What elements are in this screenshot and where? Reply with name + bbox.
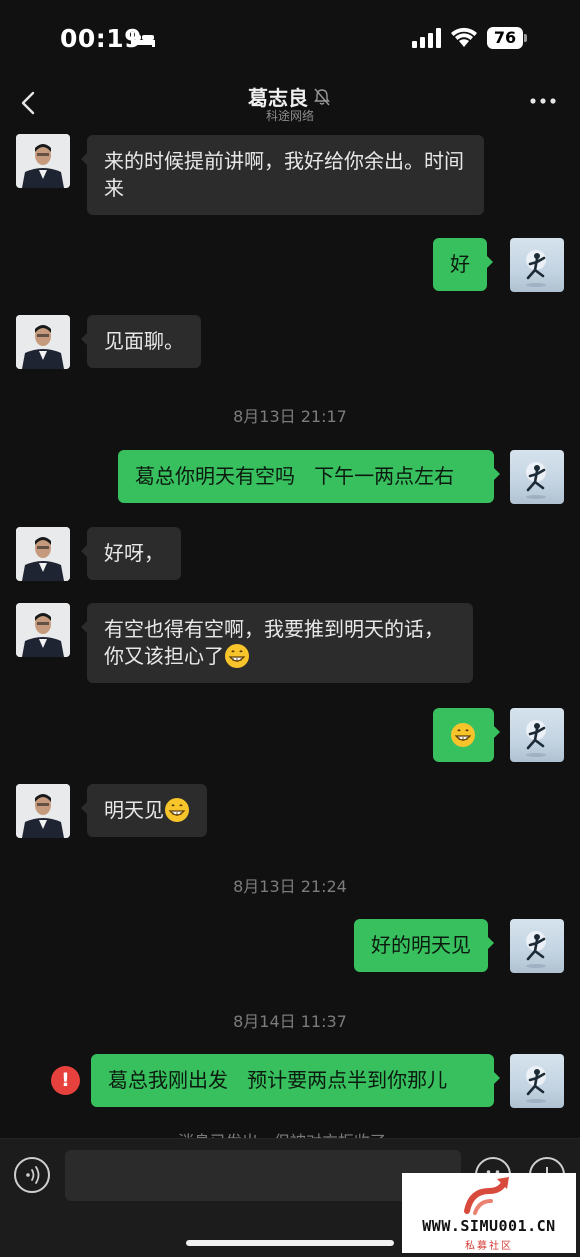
- message-text: 葛总你明天有空吗 下午一两点左右: [135, 464, 455, 488]
- message-text: 来的时候提前讲啊，我好给你余出。时间来: [104, 149, 464, 200]
- chat-subtitle: 科途网络: [265, 109, 314, 123]
- message-text: 葛总我刚出发 预计要两点半到你那儿: [108, 1068, 448, 1092]
- message-timestamp: 8月13日 21:24: [233, 877, 347, 896]
- message-text: 见面聊。: [104, 329, 184, 353]
- message-list[interactable]: 来的时候提前讲啊，我好给你余出。时间来 好 见面聊。 8月13日 21:17 葛…: [0, 130, 580, 1138]
- message-bubble-sent[interactable]: 好: [433, 238, 493, 291]
- grinning-emoji-icon: [225, 644, 249, 668]
- signal-icon: [412, 28, 441, 48]
- message-bubble-sent[interactable]: [433, 708, 500, 762]
- message-text: 好: [450, 252, 470, 276]
- contact-avatar[interactable]: [16, 603, 70, 657]
- grinning-emoji-icon: [165, 798, 189, 822]
- mute-bell-icon: [314, 88, 330, 105]
- voice-icon: [26, 1166, 40, 1184]
- my-avatar[interactable]: [510, 919, 564, 973]
- watermark-subtitle: 私募社区: [465, 1241, 513, 1252]
- status-bar: 00:19 76: [0, 0, 580, 78]
- rejected-status-note: 消息已发出，但被对方拒收了。: [0, 1128, 580, 1138]
- wifi-icon: [451, 27, 477, 47]
- watermark-logo-icon: [464, 1177, 509, 1215]
- message-bubble-sent[interactable]: 葛总我刚出发 预计要两点半到你那儿: [91, 1054, 500, 1107]
- my-avatar[interactable]: [510, 1054, 564, 1108]
- message-text: 好的明天见: [371, 933, 471, 957]
- contact-avatar[interactable]: [16, 527, 70, 581]
- message-bubble-received[interactable]: 有空也得有空啊，我要推到明天的话，你又该担心了: [81, 603, 473, 683]
- battery-icon: 76: [487, 27, 527, 49]
- message-bubble-sent[interactable]: 好的明天见: [354, 919, 494, 972]
- battery-level: 76: [487, 27, 523, 49]
- home-indicator[interactable]: [186, 1240, 394, 1246]
- contact-avatar[interactable]: [16, 315, 70, 369]
- message-text: 有空也得有空啊，我要推到明天的话，你又该担心了: [104, 617, 444, 668]
- send-failed-icon[interactable]: !: [51, 1066, 80, 1095]
- message-text: 明天见: [104, 798, 164, 822]
- message-timestamp: 8月14日 11:37: [233, 1012, 347, 1031]
- more-dots-icon[interactable]: [529, 96, 557, 106]
- message-bubble-received[interactable]: 好呀，: [81, 527, 181, 580]
- my-avatar[interactable]: [510, 450, 564, 504]
- contact-avatar[interactable]: [16, 784, 70, 838]
- message-text: 好呀，: [104, 541, 164, 565]
- watermark: WWW.SIMU001.CN 私募社区: [402, 1173, 576, 1253]
- message-bubble-received[interactable]: 明天见: [81, 784, 207, 837]
- watermark-text: WWW.SIMU001.CN: [422, 1217, 556, 1235]
- grinning-emoji-icon: [451, 723, 475, 747]
- chat-header: 葛志良 科途网络: [0, 78, 580, 130]
- sleep-bed-icon: [131, 32, 155, 47]
- message-bubble-received[interactable]: 来的时候提前讲啊，我好给你余出。时间来: [81, 135, 484, 215]
- my-avatar[interactable]: [510, 708, 564, 762]
- message-bubble-sent[interactable]: 葛总你明天有空吗 下午一两点左右: [118, 450, 500, 503]
- contact-avatar[interactable]: [16, 134, 70, 188]
- message-timestamp: 8月13日 21:17: [233, 407, 347, 426]
- voice-button[interactable]: [14, 1157, 50, 1193]
- message-bubble-received[interactable]: 见面聊。: [81, 315, 201, 368]
- my-avatar[interactable]: [510, 238, 564, 292]
